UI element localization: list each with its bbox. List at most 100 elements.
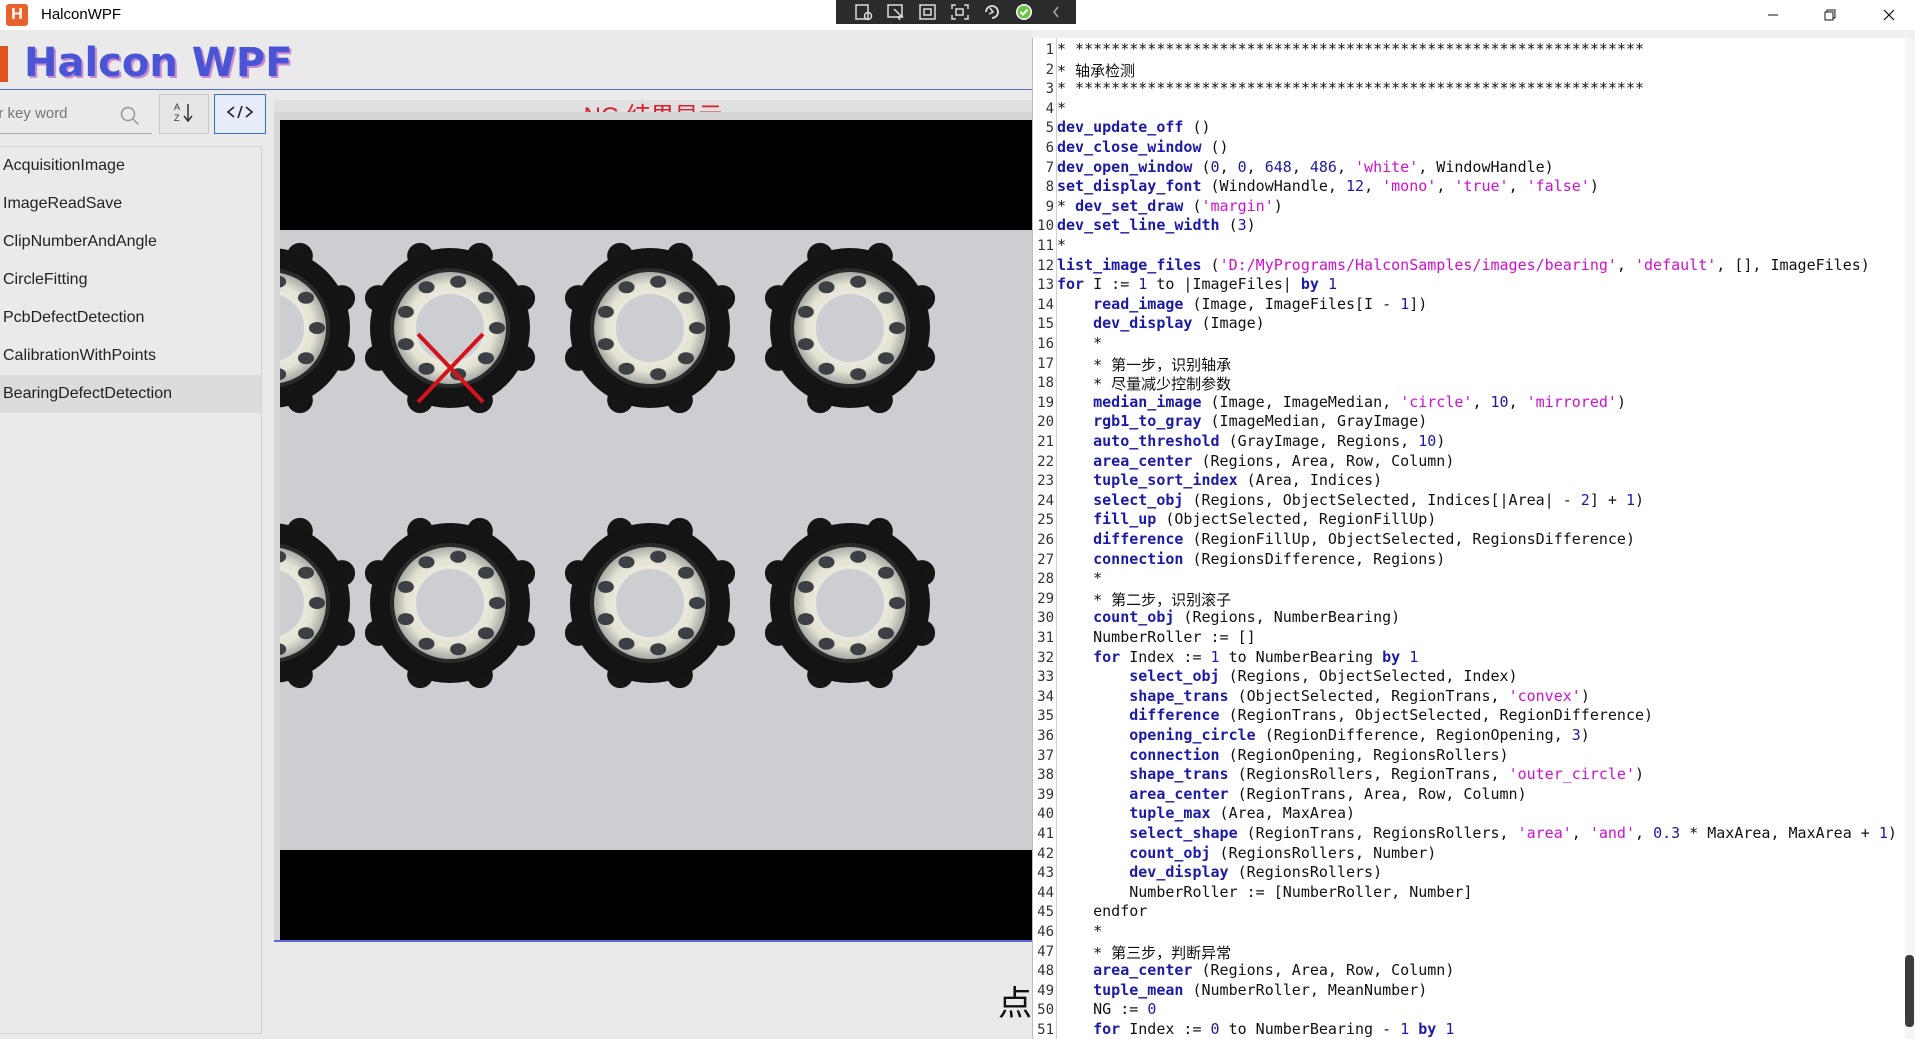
code-line[interactable]: 3 * *************************************… [1033,79,1644,99]
bearing-roller [678,291,695,304]
sidebar-item-bearing-defect-detection[interactable]: BearingDefectDetection [0,375,261,413]
code-line[interactable]: 20 rgb1_to_gray (ImageMedian, GrayImage) [1033,412,1427,432]
code-line[interactable]: 36 opening_circle (RegionDifference, Reg… [1033,726,1590,746]
sidebar-item-image-read-save[interactable]: ImageReadSave [0,185,261,223]
code-text: dev_display (Image) [1057,314,1265,332]
code-line[interactable]: 26 difference (RegionFillUp, ObjectSelec… [1033,530,1635,550]
minimize-icon[interactable] [1750,0,1796,30]
code-line[interactable]: 29 * 第二步，识别滚子 [1033,589,1231,609]
editor-scroll-thumb[interactable] [1905,955,1914,1027]
halcon-image-window[interactable] [184,120,1032,960]
bearing-roller [678,566,695,579]
code-line[interactable]: 13 for I := 1 to |ImageFiles| by 1 [1033,275,1337,295]
code-line[interactable]: 48 area_center (Regions, Area, Row, Colu… [1033,961,1454,981]
code-line[interactable]: 35 difference (RegionTrans, ObjectSelect… [1033,706,1653,726]
code-line[interactable]: 12 list_image_files ('D:/MyPrograms/Halco… [1033,256,1870,276]
search-box[interactable] [0,96,152,134]
code-token: ) [1580,726,1590,744]
code-line[interactable]: 28 * [1033,569,1102,589]
code-line[interactable]: 17 * 第一步，识别轴承 [1033,354,1231,374]
code-line[interactable]: 18 * 尽量减少控制参数 [1033,373,1231,393]
editor-scrollbar[interactable] [1905,38,1915,1039]
code-line[interactable]: 8 set_display_font (WindowHandle, 12, 'mo… [1033,177,1599,197]
line-number: 4 [1045,100,1054,117]
code-button[interactable] [214,94,266,134]
code-line[interactable]: 31 NumberRoller := [] [1033,628,1256,648]
checkmark-icon[interactable] [1012,2,1036,22]
code-text: * dev_set_draw ('margin') [1057,197,1283,215]
code-line[interactable]: 45 endfor [1033,902,1147,922]
code-line[interactable]: 43 dev_display (RegionsRollers) [1033,863,1382,883]
close-icon[interactable] [1866,0,1912,30]
sidebar-item-calibration-with-points[interactable]: CalibrationWithPoints [0,337,261,375]
code-token: dev_close_window [1057,138,1202,156]
code-line[interactable]: 47 * 第三步，判断异常 [1033,942,1231,962]
svg-text:Z: Z [174,113,180,123]
track-focus-icon[interactable] [948,2,972,22]
code-line[interactable]: 21 auto_threshold (GrayImage, Regions, 1… [1033,432,1445,452]
code-token: , [1616,255,1635,274]
hot-reload-icon[interactable] [980,2,1004,22]
code-token: ( [1219,216,1238,235]
code-line[interactable]: 34 shape_trans (ObjectSelected, RegionTr… [1033,687,1590,707]
collapse-icon[interactable] [1044,2,1068,22]
restore-icon[interactable] [1807,0,1853,30]
bearing-roller [818,556,835,569]
code-token: NumberRoller := [] [1057,628,1256,646]
code-line[interactable]: 49 tuple_mean (NumberRoller, MeanNumber) [1033,981,1427,1001]
code-line[interactable]: 44 NumberRoller := [NumberRoller, Number… [1033,883,1472,903]
bearing-roller [850,368,867,381]
code-line[interactable]: 23 tuple_sort_index (Area, Indices) [1033,471,1382,491]
select-element-icon[interactable] [884,2,908,22]
display-layout-icon[interactable] [916,2,940,22]
code-line[interactable]: 16 * [1033,334,1102,354]
sidebar-item-pcb-defect-detection[interactable]: PcbDefectDetection [0,299,261,337]
code-line[interactable]: 42 count_obj (RegionsRollers, Number) [1033,844,1436,864]
sidebar: AcquisitionImage ImageReadSave ClipNumbe… [0,146,262,1034]
code-line[interactable]: 30 count_obj (Regions, NumberBearing) [1033,608,1400,628]
bearing-roller [597,613,614,626]
code-line[interactable]: 39 area_center (RegionTrans, Area, Row, … [1033,785,1526,805]
code-line[interactable]: 51 for Index := 0 to NumberBearing - 1 b… [1033,1020,1454,1039]
sidebar-item-acquisition-image[interactable]: AcquisitionImage [0,147,261,185]
code-line[interactable]: 19 median_image (Image, ImageMedian, 'ci… [1033,393,1626,413]
code-line[interactable]: 38 shape_trans (RegionsRollers, RegionTr… [1033,765,1644,785]
code-line[interactable]: 14 read_image (Image, ImageFiles[I - 1]) [1033,295,1427,315]
code-line[interactable]: 6 dev_close_window () [1033,138,1229,158]
bearing-roller [397,338,414,351]
code-line[interactable]: 24 select_obj (Regions, ObjectSelected, … [1033,491,1644,511]
sidebar-item-clip-number-and-angle[interactable]: ClipNumberAndAngle [0,223,261,261]
code-line[interactable]: 40 tuple_max (Area, MaxArea) [1033,804,1355,824]
bearing-roller [597,580,614,593]
code-line[interactable]: 46 * [1033,922,1102,942]
sort-button[interactable]: AZ [159,94,209,134]
code-line[interactable]: 9 * dev_set_draw ('margin') [1033,197,1283,217]
search-icon[interactable] [120,106,140,131]
code-line[interactable]: 33 select_obj (Regions, ObjectSelected, … [1033,667,1517,687]
code-token: (RegionFillUp, ObjectSelected, RegionsDi… [1183,530,1635,548]
search-input[interactable] [0,105,110,122]
code-editor[interactable]: 1 * *************************************… [1032,38,1915,1039]
code-line[interactable]: 25 fill_up (ObjectSelected, RegionFillUp… [1033,510,1436,530]
code-text: set_display_font (WindowHandle, 12, 'mon… [1057,177,1599,195]
code-line[interactable]: 4 * [1033,99,1066,119]
truncated-button-label[interactable]: 点 [998,976,1032,1025]
code-line[interactable]: 5 dev_update_off () [1033,118,1211,138]
black-band-top [280,120,1032,230]
code-line[interactable]: 11 * [1033,236,1066,256]
code-line[interactable]: 7 dev_open_window (0, 0, 648, 486, 'white… [1033,158,1554,178]
code-line[interactable]: 32 for Index := 1 to NumberBearing by 1 [1033,648,1418,668]
code-line[interactable]: 2 * 轴承检测 [1033,60,1136,80]
sidebar-item-circle-fitting[interactable]: CircleFitting [0,261,261,299]
code-line[interactable]: 15 dev_display (Image) [1033,314,1265,334]
code-line[interactable]: 37 connection (RegionOpening, RegionsRol… [1033,746,1508,766]
code-line[interactable]: 10 dev_set_line_width (3) [1033,216,1256,236]
code-line[interactable]: 22 area_center (Regions, Area, Row, Colu… [1033,452,1454,472]
line-number: 3 [1045,81,1054,98]
code-line[interactable]: 50 NG := 0 [1033,1000,1156,1020]
code-line[interactable]: 27 connection (RegionsDifference, Region… [1033,550,1445,570]
visual-tree-icon[interactable] [852,2,876,22]
code-line[interactable]: 41 select_shape (RegionTrans, RegionsRol… [1033,824,1897,844]
code-line[interactable]: 1 * *************************************… [1033,40,1644,60]
